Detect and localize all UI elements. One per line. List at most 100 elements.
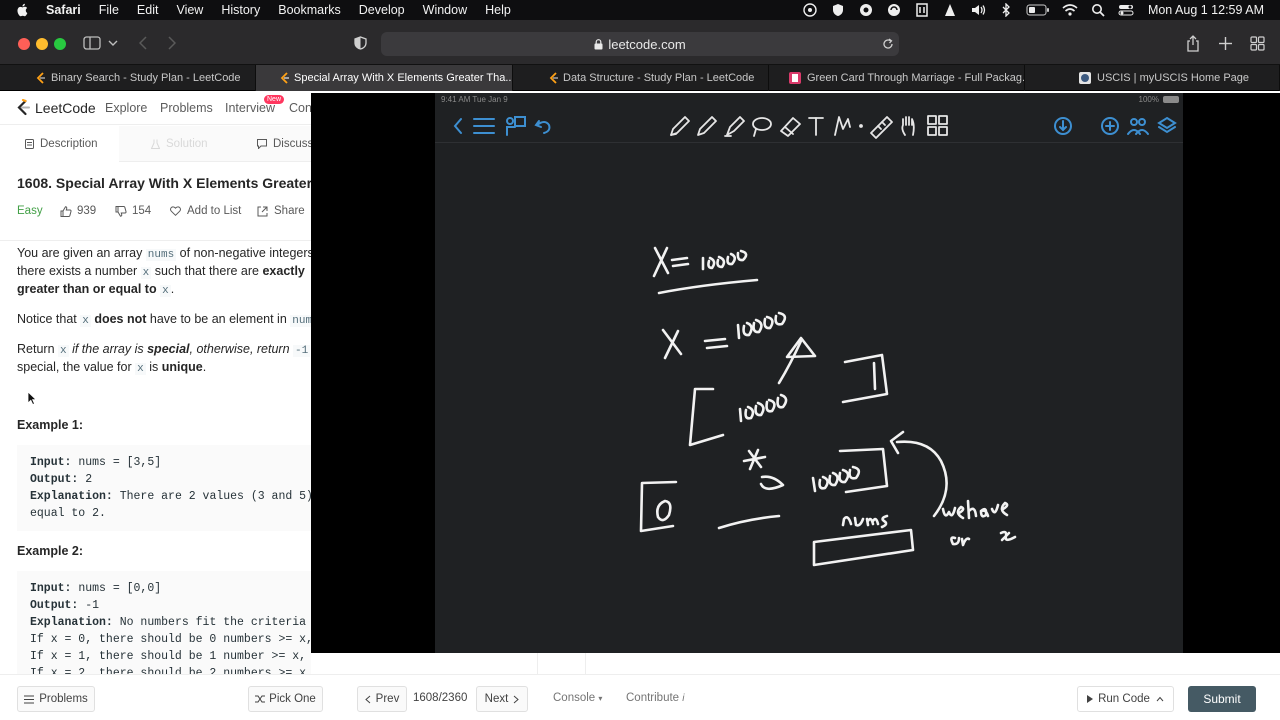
leetcode-logo-text: LeetCode — [35, 99, 96, 116]
ipad-battery-icon — [1163, 96, 1179, 103]
back-icon[interactable] — [453, 118, 462, 134]
dislike-count: 154 — [132, 205, 152, 217]
volume-icon[interactable] — [970, 3, 986, 17]
bluetooth-icon[interactable] — [998, 3, 1014, 17]
share-icon[interactable] — [1185, 34, 1201, 52]
tab-overview-icon[interactable] — [1249, 35, 1265, 51]
handwriting-canvas[interactable] — [435, 143, 1183, 653]
forward-icon[interactable] — [166, 36, 178, 50]
tab-label: Special Array With X Elements Greater Th… — [294, 72, 513, 84]
tab-discuss[interactable]: Discuss — [257, 126, 313, 162]
next-button[interactable]: Next — [476, 686, 528, 712]
sidebar-toggle-icon[interactable] — [83, 35, 101, 51]
like-count: 939 — [77, 205, 97, 217]
back-icon[interactable] — [137, 36, 149, 50]
tab-data-structure[interactable]: Data Structure - Study Plan - LeetCode — [513, 65, 769, 91]
wifi-icon[interactable] — [1062, 3, 1078, 17]
nav-contest[interactable]: Con — [289, 101, 312, 115]
text: Return — [17, 342, 58, 356]
nav-problems[interactable]: Problems — [160, 101, 213, 115]
pencil-tool-icon[interactable] — [697, 116, 717, 136]
pen-tool-icon[interactable] — [670, 116, 690, 136]
spotlight-search-icon[interactable] — [1090, 3, 1106, 17]
leetcode-icon — [280, 72, 292, 84]
menu-safari[interactable]: Safari — [46, 3, 81, 17]
undo-icon[interactable] — [534, 120, 551, 134]
share-label: Share — [274, 205, 305, 217]
hand-tool-icon[interactable] — [901, 116, 915, 136]
run-code-label: Run Code — [1098, 693, 1150, 705]
vlc-icon[interactable] — [942, 3, 958, 17]
menu-file[interactable]: File — [99, 3, 119, 17]
menu-develop[interactable]: Develop — [359, 3, 405, 17]
like-button[interactable]: 939 — [60, 203, 96, 219]
zoom-window-button[interactable] — [54, 38, 66, 50]
shield-icon[interactable] — [830, 3, 846, 17]
menu-edit[interactable]: Edit — [137, 3, 159, 17]
new-badge: New — [264, 95, 285, 104]
inline-code: x — [140, 267, 152, 279]
text: is — [145, 360, 162, 374]
problems-list-button[interactable]: Problems — [17, 686, 95, 712]
menu-window[interactable]: Window — [423, 3, 467, 17]
battery-icon[interactable] — [1026, 3, 1050, 17]
share-button[interactable]: Share — [257, 203, 305, 219]
nav-explore[interactable]: Explore — [105, 101, 147, 115]
menu-bar-clock[interactable]: Mon Aug 1 12:59 AM — [1148, 3, 1264, 17]
ink-we-have-x — [941, 499, 1017, 547]
thumbs-up-icon — [60, 205, 72, 217]
ruler-tool-icon[interactable] — [870, 116, 893, 139]
text-tool-icon[interactable] — [808, 117, 824, 136]
layers-icon[interactable] — [1157, 116, 1177, 134]
menu-view[interactable]: View — [176, 3, 203, 17]
reload-icon[interactable] — [881, 37, 895, 51]
label: Output: — [30, 473, 79, 486]
collaborate-icon[interactable] — [1127, 118, 1149, 135]
status-app-icon[interactable] — [802, 3, 818, 17]
elements-tool-icon[interactable] — [927, 115, 948, 136]
difficulty-label: Easy — [17, 203, 43, 219]
prev-button[interactable]: Prev — [357, 686, 407, 712]
tab-solution[interactable]: Solution — [151, 126, 208, 162]
control-center-icon[interactable] — [1118, 3, 1134, 17]
grid-status-icon[interactable] — [914, 3, 930, 17]
close-window-button[interactable] — [18, 38, 30, 50]
chevron-down-icon[interactable] — [108, 37, 118, 49]
minimize-window-button[interactable] — [36, 38, 48, 50]
pick-one-button[interactable]: Pick One — [248, 686, 323, 712]
menu-bookmarks[interactable]: Bookmarks — [278, 3, 341, 17]
dislike-button[interactable]: 154 — [115, 203, 151, 219]
menu-history[interactable]: History — [221, 3, 260, 17]
shapes-tool-icon[interactable] — [834, 116, 851, 136]
submit-button[interactable]: Submit — [1188, 686, 1256, 712]
caret-down-icon: ▾ — [598, 694, 603, 703]
privacy-shield-icon[interactable] — [353, 36, 367, 50]
contribute-link[interactable]: Contribute i — [626, 692, 685, 704]
console-toggle[interactable]: Console ▾ — [553, 692, 602, 704]
lasso-tool-icon[interactable] — [752, 117, 772, 137]
ink-right-bracket — [841, 353, 889, 404]
add-page-icon[interactable] — [1101, 117, 1119, 135]
new-tab-icon[interactable] — [1217, 35, 1233, 51]
eraser-tool-icon[interactable] — [780, 117, 801, 137]
ink-nums-label — [841, 514, 889, 529]
problem-title: 1608. Special Array With X Elements Grea… — [17, 175, 311, 191]
leetcode-logo[interactable]: LeetCode — [16, 99, 96, 116]
menu-help[interactable]: Help — [485, 3, 511, 17]
add-to-list-button[interactable]: Add to List — [170, 203, 241, 219]
list-icon[interactable] — [473, 118, 495, 134]
highlighter-tool-icon[interactable] — [724, 116, 745, 137]
run-code-button[interactable]: Run Code — [1077, 686, 1174, 712]
tab-binary-search[interactable]: Binary Search - Study Plan - LeetCode — [0, 65, 256, 91]
tab-uscis[interactable]: USCIS | myUSCIS Home Page — [1025, 65, 1280, 91]
presenter-icon[interactable] — [506, 116, 526, 136]
tab-special-array[interactable]: Special Array With X Elements Greater Th… — [256, 65, 513, 91]
microphone-icon[interactable] — [1054, 117, 1072, 135]
vpn-icon[interactable] — [858, 3, 874, 17]
apple-menu-icon[interactable] — [16, 3, 30, 17]
tab-green-card[interactable]: Green Card Through Marriage - Full Packa… — [769, 65, 1025, 91]
sync-icon[interactable] — [886, 3, 902, 17]
tab-description[interactable]: Description — [0, 126, 119, 162]
address-bar[interactable]: leetcode.com — [381, 32, 899, 56]
ink-box-1000-right — [811, 447, 889, 494]
